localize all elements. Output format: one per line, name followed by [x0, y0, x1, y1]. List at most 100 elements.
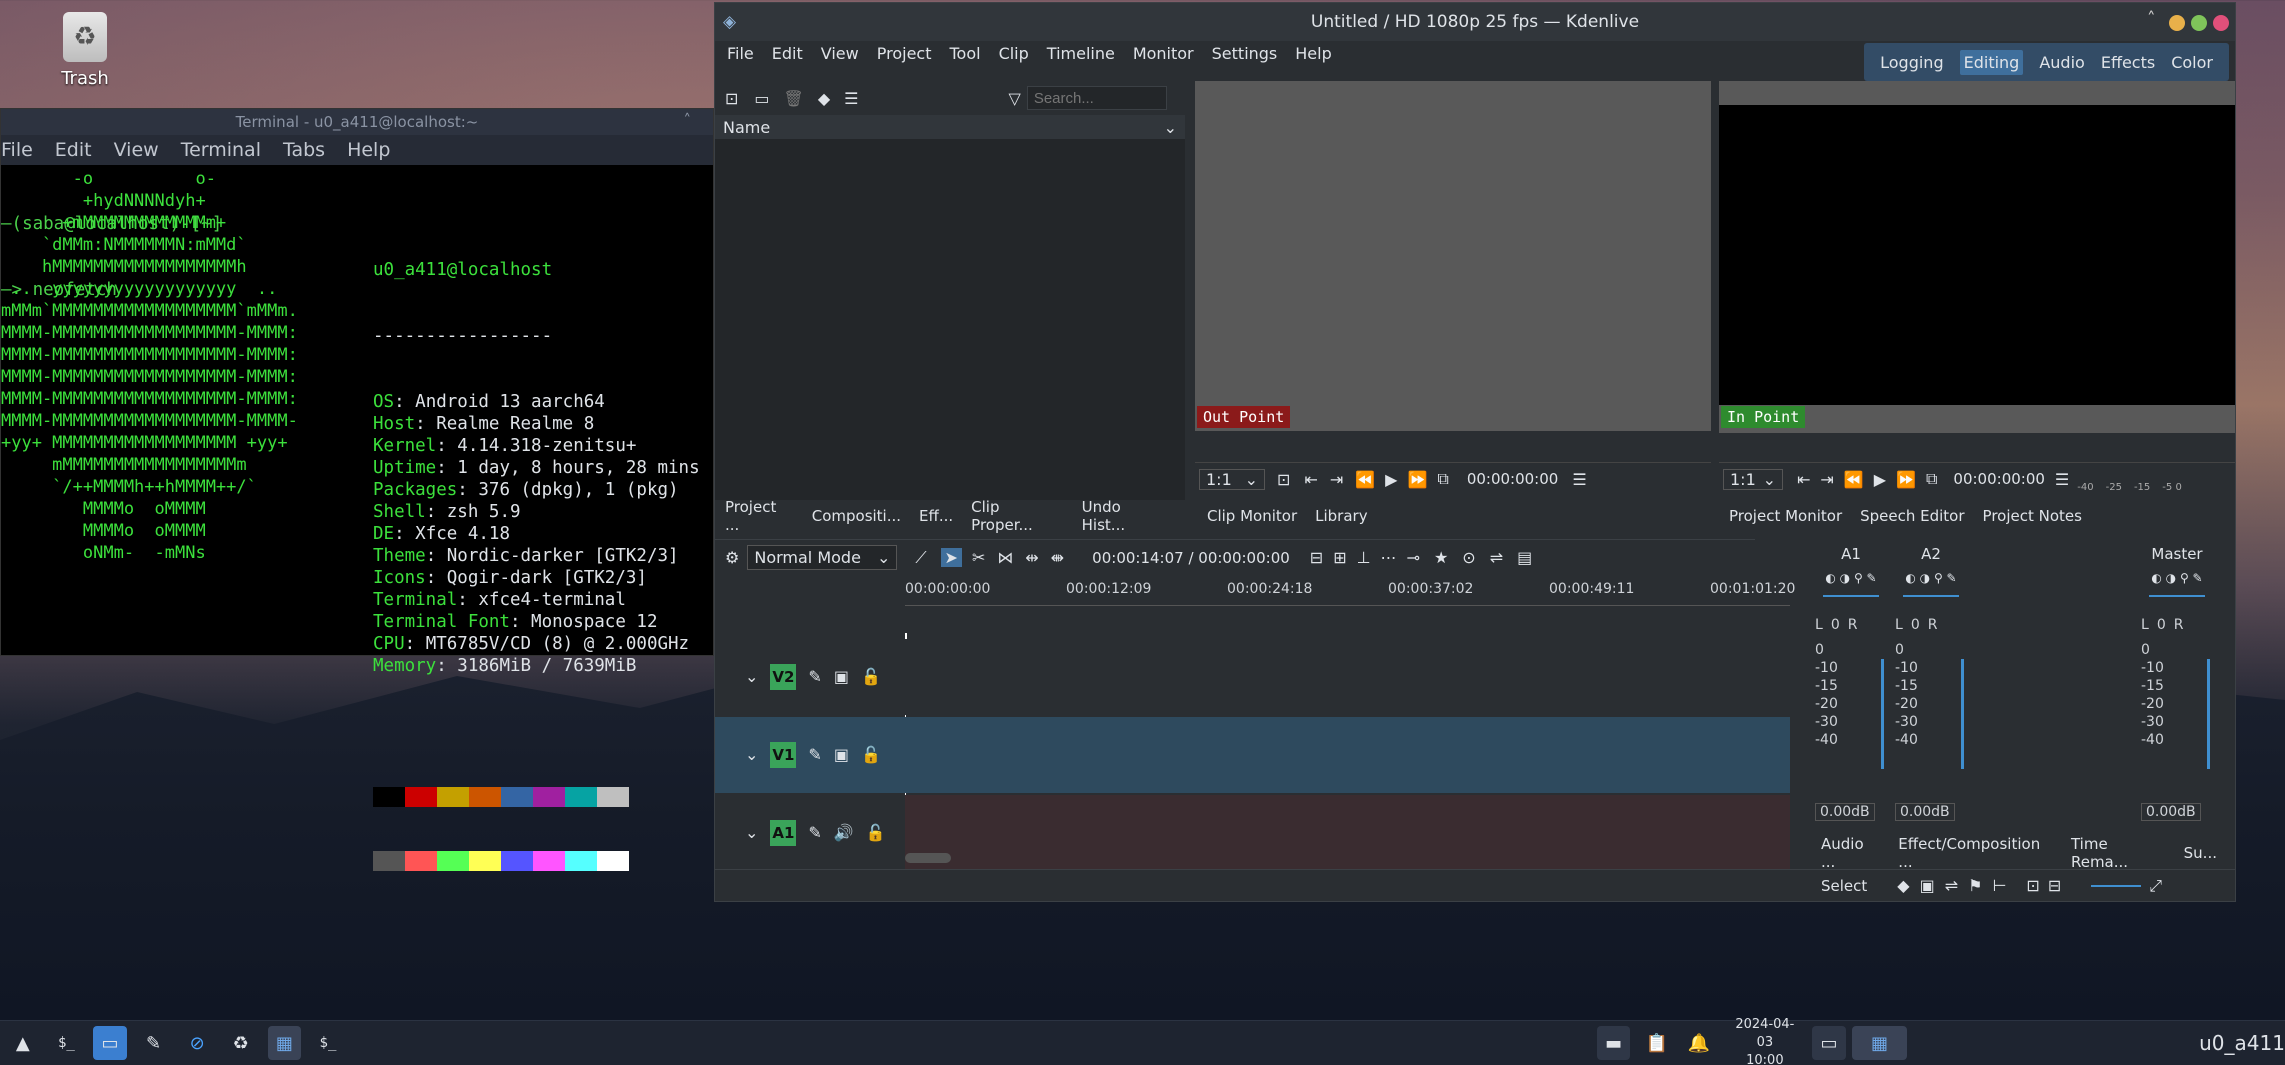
gain-value[interactable]: 0.00dB	[2141, 803, 2201, 821]
desktop-trash[interactable]: ♻ Trash	[50, 12, 120, 89]
fit-icon[interactable]: ⊡	[1277, 470, 1290, 489]
project-bin[interactable]: Name ⌄	[715, 115, 1185, 500]
star-icon[interactable]: ★	[1434, 548, 1448, 567]
effects-icon[interactable]: ✎	[808, 823, 821, 842]
lock-icon[interactable]: 🔓	[861, 745, 881, 764]
terminal-menu-help[interactable]: Help	[347, 139, 390, 161]
cut-icon[interactable]: ✂	[972, 548, 985, 567]
zoom-slider[interactable]	[2091, 884, 2142, 887]
film-icon[interactable]: ▣	[834, 745, 849, 764]
project-timecode[interactable]: 00:00:00:00	[1953, 470, 2045, 488]
workspace-color[interactable]: Color	[2171, 53, 2213, 72]
editor-icon[interactable]: ✎	[137, 1026, 171, 1060]
split-icon[interactable]: ⊸	[1407, 548, 1420, 567]
lock-icon[interactable]: 🔓	[866, 823, 886, 842]
speaker-icon[interactable]: 🔊	[834, 823, 854, 842]
files-icon[interactable]: ▭	[93, 1026, 127, 1060]
notification-bell-icon[interactable]: 🔔	[1682, 1026, 1716, 1060]
project-zoom-select[interactable]: 1:1 ⌄	[1723, 468, 1783, 490]
pan-slider[interactable]	[1903, 595, 1959, 597]
track-v2[interactable]: ⌄ V2 ✎ ▣ 🔓	[715, 638, 1790, 715]
workspace-effects[interactable]: Effects	[2101, 53, 2155, 72]
timeline-scrollbar[interactable]	[905, 853, 951, 863]
select-tool-icon[interactable]: ➤	[940, 548, 962, 567]
track-label[interactable]: V2	[770, 663, 797, 690]
workspace-logging[interactable]: Logging	[1880, 53, 1943, 72]
clock[interactable]: 2024-04-03 10:00	[1728, 1016, 1803, 1065]
timeline[interactable]: 00:00:00:00 00:00:12:09 00:00:24:18 00:00:3…	[715, 575, 1795, 871]
edit-mode-select[interactable]: Normal Mode ⌄	[747, 545, 898, 570]
snap-icon[interactable]: ⇌	[1945, 876, 1958, 895]
terminal-titlebar[interactable]: Terminal - u0_a411@localhost:~ ˄	[1, 109, 713, 135]
channel-controls[interactable]: ◐ ◑ ⚲ ✎	[1891, 571, 1971, 585]
gain-value[interactable]: 0.00dB	[1895, 803, 1955, 821]
tab[interactable]: Effect/Composition ...	[1898, 835, 2053, 871]
track-lane[interactable]	[905, 794, 1790, 871]
forward-icon[interactable]: ⏩	[1407, 470, 1427, 489]
chevron-down-icon[interactable]: ⌄	[1164, 118, 1177, 137]
workspace-editing[interactable]: Editing	[1959, 49, 2024, 75]
film-icon[interactable]: ▣	[834, 667, 849, 686]
flag-icon[interactable]: ⚑	[1968, 876, 1982, 895]
project-monitor-ruler[interactable]	[1719, 433, 2235, 463]
zoom-fit-icon[interactable]: ⊡	[2026, 876, 2039, 895]
tab[interactable]: Audio ...	[1821, 835, 1880, 871]
zoom-out-icon[interactable]: ⊟	[2048, 876, 2061, 895]
kdenlive-task-icon[interactable]: ▦	[267, 1026, 302, 1060]
browser-icon[interactable]: ⊘	[180, 1026, 214, 1060]
pan-slider[interactable]	[2149, 595, 2205, 597]
set-out-icon[interactable]: ⇥	[1330, 470, 1343, 489]
track-a1[interactable]: ⌄ A1 ✎ 🔊 🔓	[715, 794, 1790, 871]
effects-icon[interactable]: ✎	[808, 745, 821, 764]
snap-icon[interactable]: ⇌	[1490, 548, 1503, 567]
film-icon[interactable]: ▣	[1920, 876, 1935, 895]
menu-icon[interactable]: ☰	[2055, 470, 2069, 489]
razor-icon[interactable]: ⟋	[915, 548, 926, 568]
tab[interactable]: Project Monitor	[1729, 507, 1842, 525]
terminal-window[interactable]: Terminal - u0_a411@localhost:~ ˄ File Ed…	[0, 108, 714, 871]
volume-fader[interactable]	[1881, 659, 1884, 769]
play-icon[interactable]: ▶	[1385, 470, 1397, 489]
menu-icon[interactable]: ☰	[1572, 470, 1586, 489]
close-icon[interactable]: ˄	[684, 111, 692, 129]
recycle-icon[interactable]: ♻	[224, 1026, 258, 1060]
track-label[interactable]: A1	[770, 819, 797, 846]
terminal-menu-terminal[interactable]: Terminal	[181, 139, 261, 161]
crop-icon[interactable]: ⧉	[1926, 469, 1937, 489]
channel-controls[interactable]: ◐ ◑ ⚲ ✎	[2137, 571, 2217, 585]
workspace-audio[interactable]: Audio	[2039, 53, 2084, 72]
set-in-icon[interactable]: ⇤	[1304, 470, 1317, 489]
lift-icon[interactable]: ⊥	[1357, 548, 1371, 567]
bin-search-input[interactable]	[1026, 86, 1167, 110]
menu-edit[interactable]: Edit	[772, 44, 803, 63]
menu-tool[interactable]: Tool	[949, 44, 980, 63]
menu-file[interactable]: File	[727, 44, 754, 63]
workspace-icon[interactable]: ▬	[1596, 1026, 1631, 1060]
insert-icon[interactable]: ⊟	[1310, 548, 1323, 567]
tab[interactable]: Project Notes	[1983, 507, 2082, 525]
menu-help[interactable]: Help	[1295, 44, 1331, 63]
tab[interactable]: Eff...	[919, 507, 953, 525]
subtitle-icon[interactable]: ▤	[1517, 548, 1532, 567]
tab[interactable]: Clip Proper...	[971, 498, 1064, 534]
track-v1[interactable]: ⌄ V1 ✎ ▣ 🔓	[715, 716, 1790, 793]
crop-icon[interactable]: ⧉	[1437, 469, 1448, 489]
kdenlive-window[interactable]: ◈ Untitled / HD 1080p 25 fps — Kdenlive …	[714, 2, 2236, 902]
filter-icon[interactable]: ▽	[1009, 89, 1021, 108]
effects-icon[interactable]: ✎	[808, 667, 821, 686]
gain-value[interactable]: 0.00dB	[1815, 803, 1875, 821]
menu-clip[interactable]: Clip	[999, 44, 1029, 63]
terminal-menu-view[interactable]: View	[114, 139, 159, 161]
tab[interactable]: Speech Editor	[1860, 507, 1964, 525]
clipboard-icon[interactable]: 📋	[1640, 1026, 1674, 1060]
window-preview-icon[interactable]: ▭	[1812, 1026, 1846, 1060]
expand-icon[interactable]: ⤢	[2149, 876, 2162, 896]
close-button[interactable]	[2213, 15, 2229, 31]
kdenlive-titlebar[interactable]: ◈ Untitled / HD 1080p 25 fps — Kdenlive …	[715, 3, 2235, 41]
delete-icon[interactable]: 🗑	[784, 89, 804, 108]
set-out-icon[interactable]: ⇥	[1820, 470, 1833, 489]
terminal-menu-tabs[interactable]: Tabs	[283, 139, 325, 161]
terminal-task-icon[interactable]: $_	[311, 1026, 345, 1060]
lock-icon[interactable]: 🔓	[861, 667, 881, 686]
app-menu-icon[interactable]: ▲	[6, 1026, 40, 1060]
